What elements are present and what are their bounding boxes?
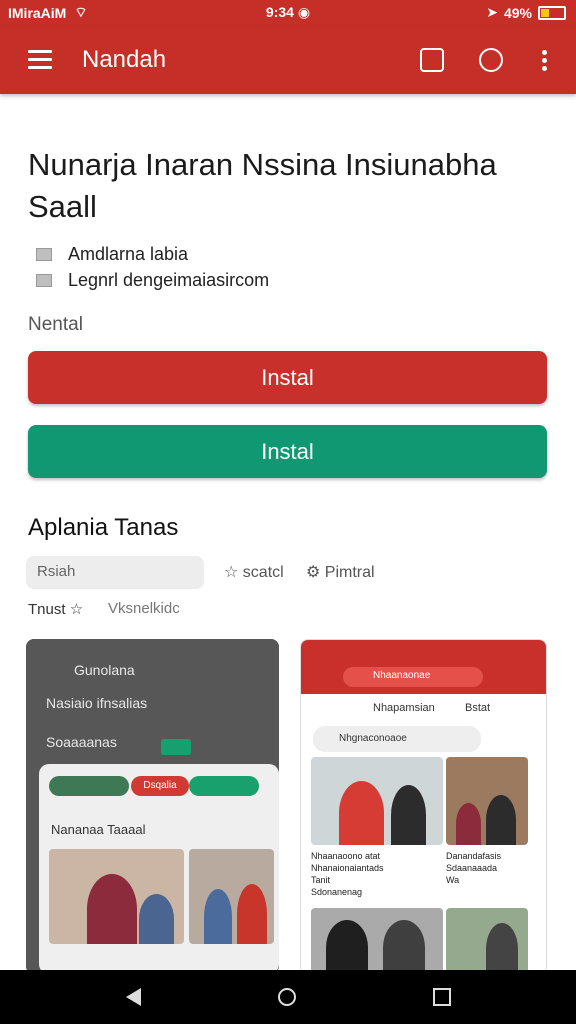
screenshot-left-panel: Dsqalia Nananaa Taaaal (39, 764, 279, 974)
battery-percent: 49% (503, 4, 532, 21)
caption-2c: Wa (446, 875, 460, 885)
caption-1b: Nhanaionaiantads (311, 863, 384, 873)
install-green-button[interactable]: Instal (28, 425, 547, 478)
screenshot-right-tab-2: Bstat (465, 702, 491, 714)
screenshot-right-tab-1: Nhapamsian (373, 702, 435, 714)
mail-icon (36, 248, 52, 261)
gear-icon: ⚙ (306, 564, 321, 581)
navigation-bar (0, 970, 576, 1024)
screenshot-left-panel-title: Nananaa Taaaal (51, 822, 146, 837)
home-icon[interactable] (278, 988, 296, 1006)
location-icon: ➤ (486, 4, 498, 20)
meta-row-2: Legnrl dengeimaiasircom (36, 270, 269, 291)
page-title-line-2: Saall (28, 189, 97, 224)
status-bar: IMiraAiM ⌔ 9:34 ◉ ➤ 49% (0, 0, 576, 26)
apps-heading: Aplania Tanas (28, 514, 179, 541)
caption-1c: Tanit (311, 875, 331, 885)
battery-icon (538, 5, 566, 20)
meta-row-1: Amdlarna labia (36, 244, 188, 265)
menu-icon[interactable] (28, 50, 52, 70)
back-icon[interactable] (126, 988, 141, 1006)
star-icon: ☆ (224, 564, 239, 581)
star-icon: ☆ (69, 601, 84, 618)
more-vert-icon[interactable] (542, 50, 548, 74)
screenshot-left-row: Soaaaanas (46, 734, 117, 750)
tab-vksnelkidc[interactable]: Vksnelkidc (108, 600, 180, 617)
toolbar-title: Nandah (82, 46, 167, 73)
tag-pimtral[interactable]: ⚙ Pimtral (306, 562, 375, 582)
recent-apps-icon[interactable] (433, 988, 451, 1006)
screenshot-right-card-title: Nhgnaconoaoe (313, 726, 481, 752)
page-title-line-1: Nunarja Inaran Nssina Insiunabha (28, 147, 497, 182)
install-red-button[interactable]: Instal (28, 351, 547, 404)
screenshot-right[interactable]: Nhaanaonae Nhapamsian Bstat Nhgnaconoaoe… (300, 639, 547, 974)
screenshot-left-pill: Dsqalia (131, 776, 189, 796)
search-chip[interactable]: Rsiah (26, 556, 204, 589)
meta-text-1: Amdlarna labia (68, 244, 189, 264)
notification-icon: ◉ (297, 4, 311, 20)
page-title: Nunarja Inaran Nssina Insiunabha Saall (28, 144, 548, 228)
screenshot-right-search: Nhaanaonae (343, 667, 483, 687)
bookmark-icon[interactable] (420, 48, 444, 72)
search-icon[interactable] (479, 48, 503, 72)
screenshot-left[interactable]: Gunolana Nasiaio ifnsalias Soaaaanas Dsq… (26, 639, 279, 974)
screenshot-left-title: Gunolana (74, 662, 135, 678)
caption-1a: Nhaanaoono atat (311, 851, 381, 861)
clock: 9:34 (265, 4, 294, 20)
caption-2b: Sdaanaaada (446, 863, 498, 873)
tab-tnust[interactable]: Tnust ☆ (28, 600, 83, 618)
video-icon (161, 739, 191, 755)
app-toolbar: Nandah (0, 26, 576, 94)
mail-icon (36, 274, 52, 287)
meta-text-2: Legnrl dengeimaiasircom (68, 270, 270, 290)
caption-1d: Sdonanenag (311, 887, 363, 897)
caption-2a: Danandafasis (446, 851, 502, 861)
screenshot-left-subtitle: Nasiaio ifnsalias (46, 695, 148, 711)
section-label: Nental (28, 314, 83, 335)
tag-scatcl[interactable]: ☆ scatcl (224, 562, 284, 582)
